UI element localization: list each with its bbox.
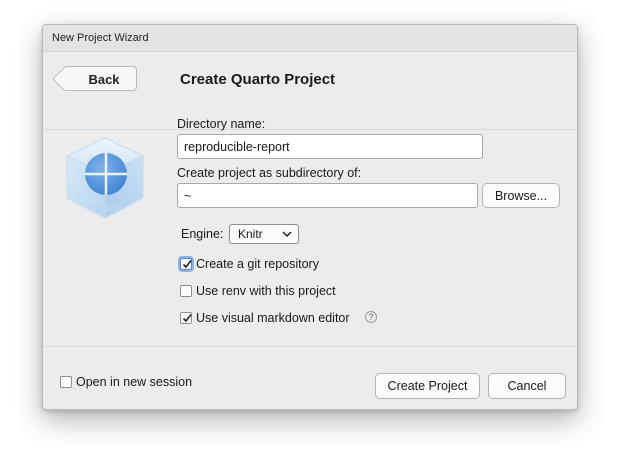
renv-label: Use renv with this project <box>196 284 336 298</box>
footer-divider <box>43 346 577 347</box>
open-new-session-checkbox[interactable] <box>60 376 72 388</box>
page-title: Create Quarto Project <box>180 71 336 88</box>
engine-selected-value: Knitr <box>238 227 263 241</box>
quarto-cube-icon <box>59 130 151 226</box>
wizard-header: Back Create Quarto Project <box>43 52 577 130</box>
window-title: New Project Wizard <box>52 32 149 44</box>
engine-select[interactable]: Knitr <box>229 224 299 244</box>
back-button-label: Back <box>88 72 120 87</box>
directory-name-label: Directory name: <box>177 117 266 131</box>
checkmark-icon <box>182 314 192 323</box>
git-repo-label: Create a git repository <box>196 257 319 271</box>
back-button[interactable]: Back <box>52 66 137 92</box>
subdirectory-input[interactable] <box>177 183 478 208</box>
chevron-down-icon <box>282 231 292 238</box>
visual-editor-label: Use visual markdown editor <box>196 311 350 325</box>
git-repo-checkbox[interactable] <box>180 258 192 270</box>
cancel-button[interactable]: Cancel <box>488 373 566 399</box>
engine-label: Engine: <box>181 227 224 241</box>
subdirectory-label: Create project as subdirectory of: <box>177 166 362 180</box>
git-repo-option[interactable]: Create a git repository <box>180 257 400 273</box>
title-bar: New Project Wizard <box>43 25 577 52</box>
create-project-button-label: Create Project <box>387 379 468 393</box>
renv-checkbox[interactable] <box>180 285 192 297</box>
renv-option[interactable]: Use renv with this project <box>180 284 400 300</box>
cancel-button-label: Cancel <box>507 379 547 393</box>
visual-editor-checkbox[interactable] <box>180 312 192 324</box>
browse-button-label: Browse... <box>494 189 548 203</box>
directory-name-input[interactable] <box>177 134 483 159</box>
create-project-button[interactable]: Create Project <box>375 373 480 399</box>
new-project-wizard-dialog: New Project Wizard Back Create Quarto Pr… <box>42 24 578 410</box>
open-new-session-option[interactable]: Open in new session <box>60 375 220 391</box>
checkmark-icon <box>182 260 192 269</box>
open-new-session-label: Open in new session <box>76 375 193 389</box>
browse-button[interactable]: Browse... <box>482 183 560 208</box>
help-icon[interactable]: ? <box>365 311 377 323</box>
